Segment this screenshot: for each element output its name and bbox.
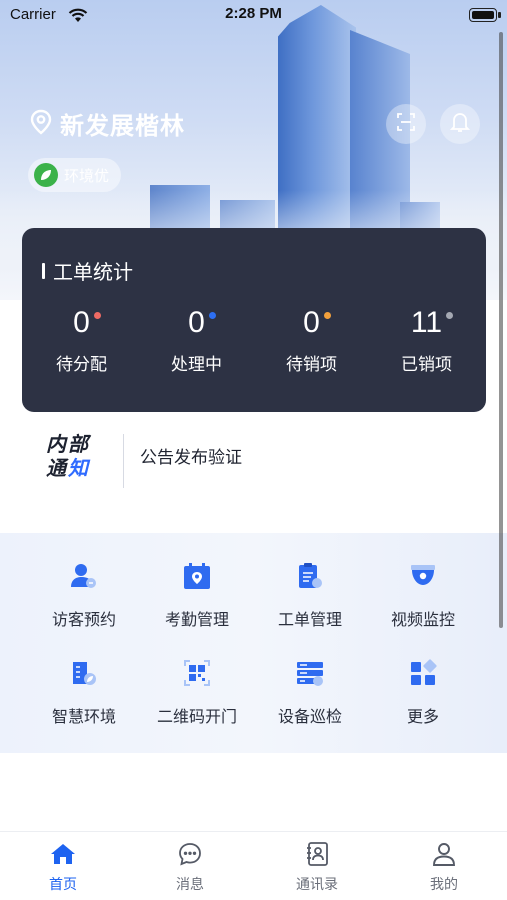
scan-icon bbox=[396, 112, 416, 136]
tab-contacts[interactable]: 通讯录 bbox=[254, 840, 380, 894]
grid-item-video[interactable]: 视频监控 bbox=[365, 558, 481, 630]
logo-line-2b: 知 bbox=[68, 456, 90, 480]
environment-badge[interactable]: 环境优 bbox=[28, 158, 122, 192]
status-bar: Carrier 2:28 PM bbox=[0, 0, 507, 32]
tab-label: 我的 bbox=[430, 877, 458, 893]
status-dot bbox=[323, 312, 331, 319]
grid-label: 访客预约 bbox=[51, 610, 116, 629]
status-dot bbox=[208, 312, 216, 319]
status-dot bbox=[93, 312, 101, 319]
attendance-icon bbox=[179, 558, 215, 594]
environment-icon bbox=[66, 655, 102, 691]
tab-bar: 首页 消息 通讯录 我的 bbox=[0, 831, 507, 900]
grid-item-work-order[interactable]: 工单管理 bbox=[252, 558, 368, 630]
location-selector[interactable]: 新发展楷林 bbox=[30, 106, 185, 141]
visitor-icon bbox=[66, 558, 102, 594]
grid-label: 智慧环境 bbox=[51, 707, 116, 726]
stat-value: 0 bbox=[303, 306, 331, 340]
notice-text[interactable]: 公告发布验证 bbox=[140, 443, 242, 468]
grid-item-environment[interactable]: 智慧环境 bbox=[26, 655, 142, 727]
battery-icon bbox=[469, 8, 497, 22]
title-accent-bar bbox=[42, 262, 45, 279]
stat-label: 待分配 bbox=[56, 355, 107, 375]
contacts-icon bbox=[254, 840, 380, 868]
stat-pending-close[interactable]: 0 待销项 bbox=[254, 306, 369, 375]
bell-icon bbox=[449, 111, 471, 137]
stat-label: 处理中 bbox=[171, 355, 222, 375]
home-icon bbox=[0, 840, 126, 868]
tab-messages[interactable]: 消息 bbox=[127, 840, 253, 894]
notification-button[interactable] bbox=[440, 104, 480, 144]
stat-value: 0 bbox=[73, 306, 101, 340]
stat-label: 已销项 bbox=[401, 355, 452, 375]
stat-processing[interactable]: 0 处理中 bbox=[139, 306, 254, 375]
battery-tip bbox=[498, 12, 501, 18]
message-icon bbox=[127, 840, 253, 868]
notice-divider bbox=[123, 434, 124, 488]
logo-line-1: 内部 bbox=[46, 432, 90, 456]
logo-line-2a: 通 bbox=[46, 456, 68, 480]
grid-label: 更多 bbox=[406, 707, 439, 726]
stat-value: 0 bbox=[188, 306, 216, 340]
profile-icon bbox=[381, 840, 507, 868]
status-dot bbox=[446, 312, 454, 319]
camera-icon bbox=[405, 558, 441, 594]
logo-line-2: 通知 bbox=[46, 456, 90, 480]
grid-item-more[interactable]: 更多 bbox=[365, 655, 481, 727]
stats-title-text: 工单统计 bbox=[53, 260, 133, 284]
clock: 2:28 PM bbox=[225, 5, 282, 22]
grid-label: 考勤管理 bbox=[164, 610, 229, 629]
tab-profile[interactable]: 我的 bbox=[381, 840, 507, 894]
stat-closed[interactable]: 11 已销项 bbox=[369, 306, 484, 375]
tab-home[interactable]: 首页 bbox=[0, 840, 126, 894]
grid-label: 工单管理 bbox=[277, 610, 342, 629]
grid-item-visitor[interactable]: 访客预约 bbox=[26, 558, 142, 630]
leaf-icon bbox=[34, 163, 58, 187]
location-pin-icon bbox=[30, 109, 52, 139]
grid-item-device-inspection[interactable]: 设备巡检 bbox=[252, 655, 368, 727]
grid-item-qrcode[interactable]: 二维码开门 bbox=[139, 655, 255, 727]
stat-value: 11 bbox=[411, 306, 454, 340]
scrollbar[interactable] bbox=[499, 32, 503, 628]
scan-button[interactable] bbox=[386, 104, 426, 144]
more-icon bbox=[405, 655, 441, 691]
stat-label: 待销项 bbox=[286, 355, 337, 375]
qrcode-icon bbox=[179, 655, 215, 691]
environment-label: 环境优 bbox=[64, 166, 110, 185]
work-order-icon bbox=[292, 558, 328, 594]
tab-label: 首页 bbox=[49, 877, 77, 893]
tab-label: 消息 bbox=[176, 877, 204, 893]
stats-title: 工单统计 bbox=[42, 256, 133, 285]
internal-notice-logo: 内部 通知 bbox=[46, 432, 90, 480]
grid-label: 二维码开门 bbox=[156, 707, 237, 726]
stat-unassigned[interactable]: 0 待分配 bbox=[24, 306, 139, 375]
device-inspection-icon bbox=[292, 655, 328, 691]
grid-item-attendance[interactable]: 考勤管理 bbox=[139, 558, 255, 630]
tab-label: 通讯录 bbox=[296, 877, 338, 893]
grid-label: 视频监控 bbox=[390, 610, 455, 629]
location-name: 新发展楷林 bbox=[60, 112, 185, 140]
grid-label: 设备巡检 bbox=[277, 707, 342, 726]
